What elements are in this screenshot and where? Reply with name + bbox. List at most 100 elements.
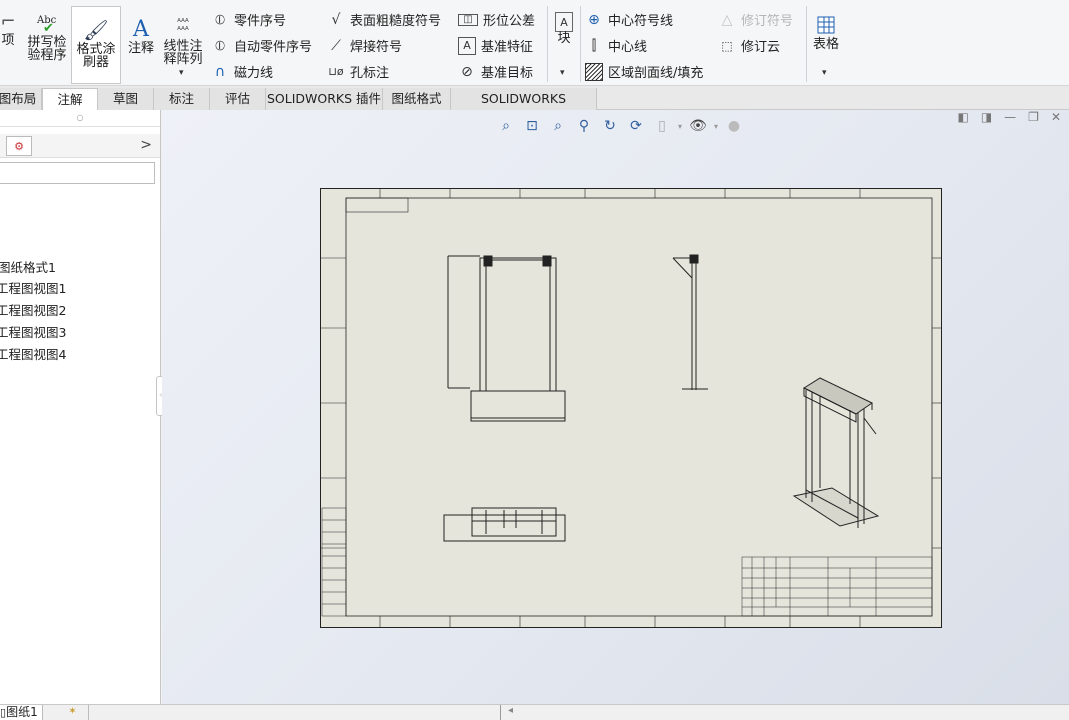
tab-evaluate[interactable]: 评估 (210, 88, 266, 110)
table-button[interactable]: 表格 (810, 12, 842, 51)
gtol-icon: ◫ (458, 13, 478, 26)
revision-symbol-button[interactable]: △ 修订符号 (718, 10, 793, 30)
pan-icon[interactable]: ⚲ (574, 116, 594, 136)
splitter (500, 705, 501, 720)
hide-show-dropdown-icon[interactable]: ▾ (714, 122, 718, 131)
datum-target-label: 基准目标 (481, 66, 534, 81)
block-dropdown[interactable]: ▾ (560, 68, 565, 78)
hatch-icon (585, 62, 603, 81)
spell-check-label: 拼写检 验程序 (27, 35, 67, 63)
note-button[interactable]: A 注释 (126, 16, 156, 55)
sheet-tab-bar: ▯图纸1 ✶ ◂ (0, 704, 1069, 720)
heads-up-toolbar: ⌕ ⊡ ⌕ ⚲ ↻ ⟳ ▯ ▾ 👁 ▾ ● (496, 116, 744, 136)
spell-check-icon: Abc ✔ (37, 15, 57, 36)
panel-expand-arrow[interactable]: > (140, 137, 152, 153)
revision-cloud-button[interactable]: ⬚ 修订云 (718, 36, 781, 56)
auto-balloon-button[interactable]: ⦶ 自动零件序号 (211, 36, 312, 56)
options-button[interactable]: ⌐ 项 (0, 8, 18, 47)
area-hatch-button[interactable]: 区域剖面线/填充 (585, 62, 703, 81)
appearance-icon[interactable]: ● (724, 116, 744, 136)
hole-callout-button[interactable]: ⊔ø 孔标注 (327, 62, 389, 81)
scroll-left-icon[interactable]: ◂ (508, 705, 513, 716)
ribbon-separator (547, 6, 548, 82)
zoom-to-area-icon[interactable]: ⊡ (522, 116, 542, 136)
tree-drawing-view-4[interactable]: 工程图视图4 (0, 344, 66, 363)
format-painter-label: 格式涂 刷器 (76, 42, 116, 70)
section-dropdown-icon[interactable]: ▾ (678, 122, 682, 131)
table-dropdown[interactable]: ▾ (822, 68, 827, 78)
linear-note-pattern-dropdown[interactable]: ▾ (179, 68, 184, 78)
section-view-icon[interactable]: ▯ (652, 116, 672, 136)
weld-symbol-label: 焊接符号 (350, 40, 403, 55)
surface-finish-label: 表面粗糙度符号 (350, 14, 442, 29)
add-sheet-icon[interactable]: ✶ (57, 705, 89, 720)
surface-finish-button[interactable]: √ 表面粗糙度符号 (327, 10, 442, 30)
linear-note-pattern-button[interactable]: ᴬᴬᴬ ᴬᴬᴬ 线性注 释阵列 (162, 14, 204, 67)
tab-annotation[interactable]: 注解 (42, 88, 98, 110)
options-button-label: 项 (1, 33, 15, 48)
ribbon: ⌐ 项 Abc ✔ 拼写检 验程序 🖌 格式涂 刷器 A 注释 ᴬᴬᴬ ᴬᴬᴬ 线… (0, 0, 1069, 86)
panel-splitter[interactable]: ○ (0, 113, 160, 127)
gtol-label: 形位公差 (483, 14, 536, 29)
centerline-button[interactable]: ⫿ 中心线 (585, 36, 648, 56)
center-mark-button[interactable]: ⊕ 中心符号线 (585, 10, 674, 30)
centerline-icon: ⫿ (591, 37, 597, 54)
redraw-icon[interactable]: ⟳ (626, 116, 646, 136)
surface-finish-icon: √ (331, 11, 341, 28)
datum-target-button[interactable]: ⊘ 基准目标 (458, 62, 534, 82)
tree-drawing-view-3[interactable]: 工程图视图3 (0, 322, 66, 341)
panel-filter-input[interactable] (0, 162, 155, 184)
tab-layout[interactable]: 图布局 (0, 88, 42, 110)
tab-dimension[interactable]: 标注 (154, 88, 210, 110)
sheet-tab-label: 图纸1 (6, 705, 38, 719)
tab-sheet-format[interactable]: 图纸格式 (383, 88, 451, 110)
tree-drawing-view-2[interactable]: 工程图视图2 (0, 300, 66, 319)
datum-feature-button[interactable]: A 基准特征 (458, 36, 533, 55)
minimize-icon[interactable]: — (1004, 110, 1016, 124)
close-icon[interactable]: ✕ (1051, 110, 1061, 124)
weld-symbol-button[interactable]: ⟋ 焊接符号 (327, 36, 403, 56)
centerline-label: 中心线 (608, 40, 648, 55)
hole-callout-icon: ⊔ø (328, 65, 344, 78)
magnetic-line-button[interactable]: ∩ 磁力线 (211, 62, 273, 82)
table-label: 表格 (812, 37, 839, 52)
rotate-icon[interactable]: ↻ (600, 116, 620, 136)
datum-target-icon: ⊘ (461, 63, 473, 80)
format-painter-button[interactable]: 🖌 格式涂 刷器 (71, 6, 121, 84)
command-manager-tabs: 图布局 注解 草图 标注 评估 SOLIDWORKS 插件 图纸格式 SOLID… (0, 86, 1069, 127)
linear-note-pattern-label: 线性注 释阵列 (163, 39, 203, 67)
tile-left-icon[interactable]: ◧ (957, 110, 968, 124)
graphics-area[interactable]: ◧ ◨ — ❐ ✕ ⌕ ⊡ ⌕ ⚲ ↻ ⟳ ▯ ▾ 👁 ▾ ● (162, 110, 1069, 704)
dimxpert-icon[interactable]: ⚙ (6, 136, 32, 156)
tree-sheet-format[interactable]: 图纸格式1 (0, 257, 56, 276)
revision-triangle-icon: △ (721, 11, 733, 28)
spell-check-button[interactable]: Abc ✔ 拼写检 验程序 (24, 14, 70, 62)
tab-inspection[interactable]: SOLIDWORKS Inspection (451, 88, 597, 127)
block-button[interactable]: A 块 (552, 12, 576, 45)
tab-addins[interactable]: SOLIDWORKS 插件 (266, 88, 383, 110)
gtol-button[interactable]: ◫ 形位公差 (458, 10, 535, 29)
tile-right-icon[interactable]: ◨ (981, 110, 992, 124)
hide-show-icon[interactable]: 👁 (688, 116, 708, 136)
zoom-to-selection-icon[interactable]: ⌕ (548, 116, 568, 136)
zoom-to-fit-icon[interactable]: ⌕ (496, 116, 516, 136)
restore-icon[interactable]: ❐ (1028, 110, 1039, 124)
panel-tab-strip: ⚙ > (0, 134, 160, 158)
auto-balloon-icon: ⦶ (214, 37, 226, 54)
tree-drawing-view-1[interactable]: 工程图视图1 (0, 278, 66, 297)
note-icon: A (133, 16, 149, 42)
note-pattern-icon: ᴬᴬᴬ ᴬᴬᴬ (177, 18, 189, 36)
tab-sketch[interactable]: 草图 (98, 88, 154, 110)
center-mark-label: 中心符号线 (608, 14, 674, 29)
options-icon: ⌐ (0, 10, 16, 32)
tree-drawing-view-3-label: 工程图视图3 (0, 325, 67, 340)
tree-sheet-format-label: 图纸格式1 (0, 260, 56, 275)
note-label: 注释 (127, 41, 154, 56)
drawing-sheet (320, 188, 942, 628)
area-hatch-label: 区域剖面线/填充 (608, 66, 704, 81)
balloon-button[interactable]: ⦶ 零件序号 (211, 10, 286, 30)
sheet-tab[interactable]: ▯图纸1 (0, 705, 43, 720)
revision-cloud-label: 修订云 (741, 40, 781, 55)
ribbon-separator (806, 6, 807, 82)
block-icon: A (555, 12, 573, 32)
